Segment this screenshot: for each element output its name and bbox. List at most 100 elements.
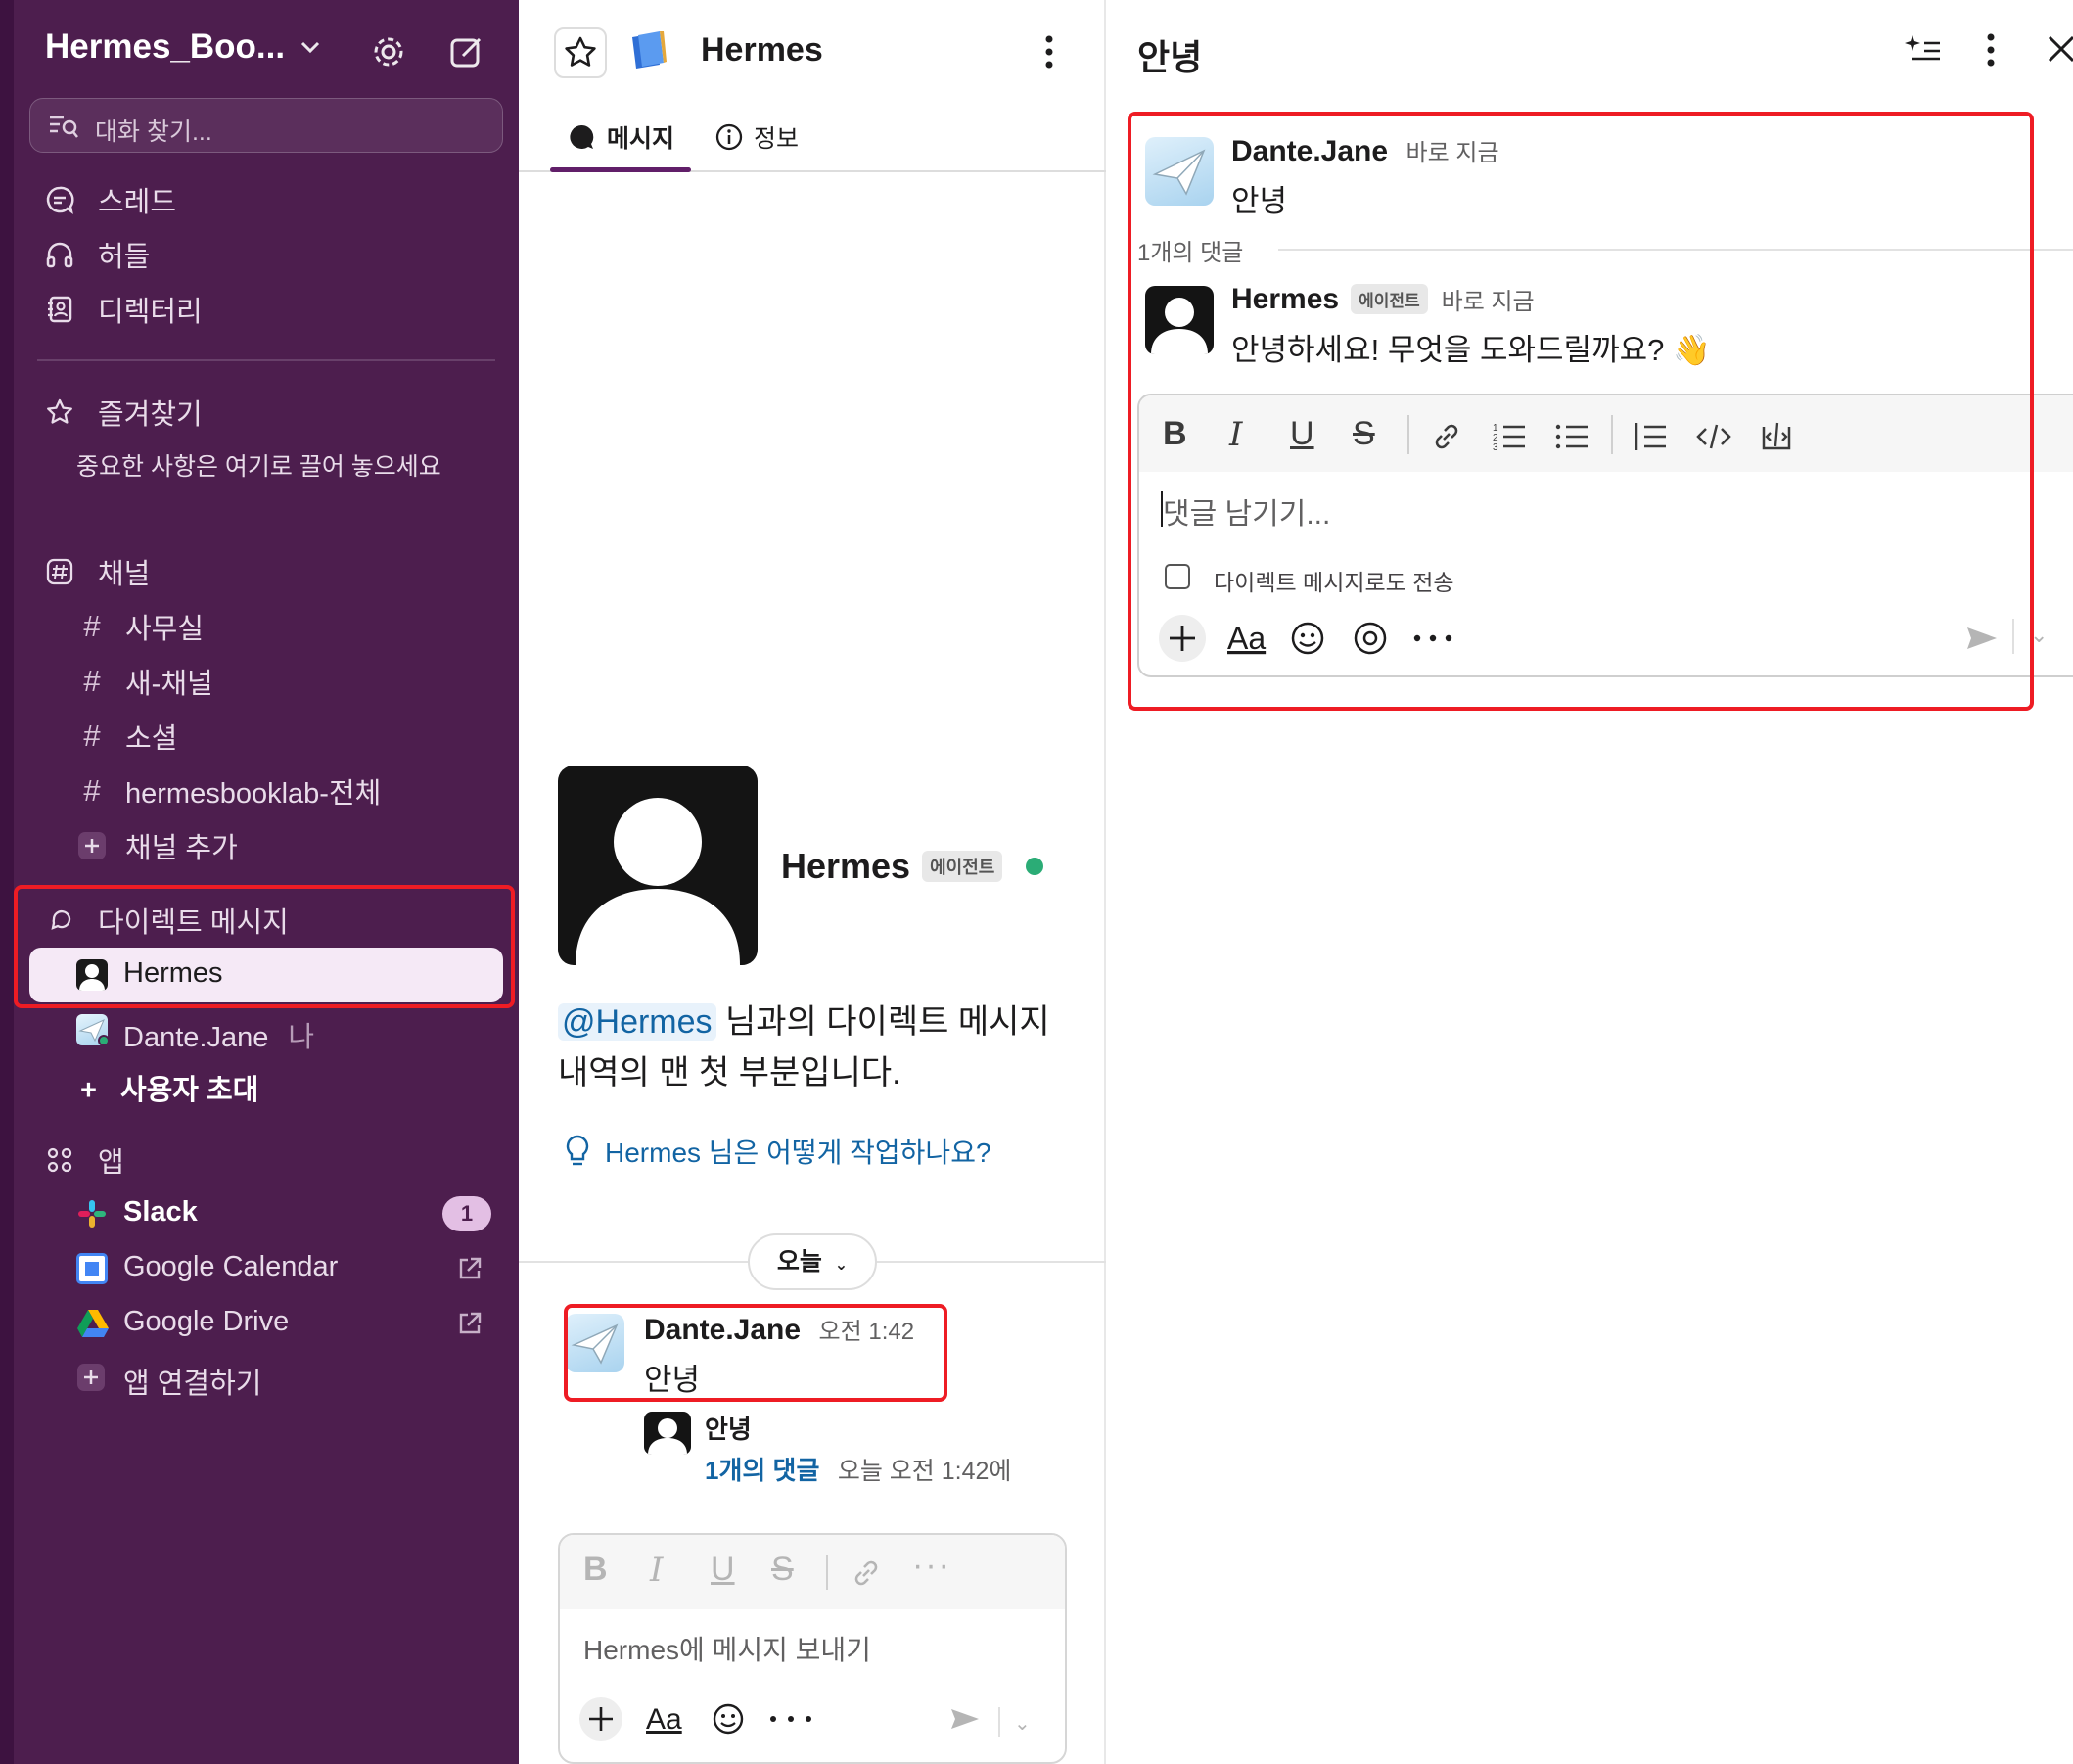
threads-icon [43, 183, 76, 216]
avatar [644, 1412, 691, 1455]
tab-label: 정보 [754, 125, 800, 153]
reply-preview-meta: 1개의 댓글 오늘 오전 1:42에 [705, 1451, 1011, 1487]
star-button[interactable] [554, 27, 607, 78]
plus-icon [72, 831, 112, 860]
favorites-section[interactable]: 즐겨찾기 [43, 385, 203, 440]
plus-icon [76, 1363, 106, 1392]
conversation-search-input[interactable]: 대화 찾기... [29, 98, 503, 153]
intro-line-1: 님과의 다이렉트 메시지 [715, 1003, 1050, 1041]
plus-icon: + [80, 1075, 97, 1106]
send-divider [998, 1707, 1000, 1737]
thread-filter-icon[interactable] [1903, 31, 1942, 67]
external-link-icon[interactable] [456, 1310, 484, 1337]
notebook-icon [626, 29, 671, 72]
app-item-google-calendar[interactable]: Google Calendar [123, 1251, 338, 1283]
profile-avatar[interactable] [558, 766, 758, 965]
underline-icon[interactable]: U [711, 1551, 735, 1589]
star-icon [43, 395, 76, 429]
channels-header[interactable]: 채널 [43, 544, 150, 599]
nav-directory[interactable]: 디렉터리 [43, 282, 203, 337]
profile-header: Hermes 에이전트 [781, 846, 1044, 887]
day-jump-button[interactable]: 오늘 ⌄ [748, 1233, 877, 1290]
search-icon [48, 113, 79, 140]
channel-item-new[interactable]: # 새-채널 [72, 654, 381, 709]
search-placeholder: 대화 찾기... [95, 118, 212, 146]
apps-icon [43, 1143, 76, 1177]
reply-count-link[interactable]: 1개의 댓글 [705, 1456, 819, 1485]
message-bubble-icon [570, 124, 594, 149]
hash-icon: # [83, 719, 101, 753]
channel-item-office[interactable]: # 사무실 [72, 599, 381, 654]
channels-label: 채널 [98, 559, 151, 590]
hash-icon: # [83, 773, 101, 808]
profile-name[interactable]: Hermes [781, 846, 910, 887]
nav-label: 허들 [98, 242, 151, 273]
connect-app-label: 앱 연결하기 [123, 1369, 262, 1400]
day-label: 오늘 [776, 1248, 822, 1276]
invite-users-button[interactable]: + 사용자 초대 [80, 1067, 258, 1108]
external-link-icon[interactable] [456, 1255, 484, 1282]
favorites-label: 즐겨찾기 [98, 399, 203, 431]
avatar [76, 1014, 108, 1045]
composer-actions: Aa [577, 1695, 989, 1742]
app-name: Slack [123, 1196, 198, 1228]
channel-item-social[interactable]: # 소셜 [72, 709, 381, 764]
workspace-name[interactable]: Hermes_Boo... [45, 27, 285, 67]
thread-more-options-icon[interactable] [1983, 31, 1999, 69]
thread-title: 안녕 [1137, 37, 1203, 77]
dm-item-dante[interactable]: Dante.Jane 나 [123, 1014, 314, 1055]
info-icon [715, 123, 743, 151]
app-name: Google Drive [123, 1306, 290, 1337]
chevron-down-icon[interactable] [299, 39, 321, 55]
highlight-dm-section [14, 885, 515, 1008]
composer-placeholder[interactable]: Hermes에 메시지 보내기 [583, 1629, 871, 1668]
compose-icon[interactable] [448, 33, 485, 70]
slack-logo-icon [76, 1198, 108, 1230]
channel-item-all[interactable]: # hermesbooklab-전체 [72, 764, 381, 818]
self-tag: 나 [288, 1022, 315, 1053]
channel-list: # 사무실 # 새-채널 # 소셜 # hermesbooklab-전체 채널 추가 [72, 599, 381, 873]
more-options-icon[interactable] [1041, 33, 1057, 70]
hash-icon: # [83, 609, 101, 643]
help-link-label: Hermes 님은 어떻게 작업하나요? [605, 1137, 991, 1168]
svg-text:Aa: Aa [646, 1703, 682, 1736]
add-channel-button[interactable]: 채널 추가 [72, 818, 381, 873]
composer-toolbar [560, 1535, 1065, 1609]
highlight-message [564, 1304, 947, 1402]
tab-active-indicator [550, 167, 691, 172]
lightbulb-icon [566, 1135, 589, 1166]
nav-threads[interactable]: 스레드 [43, 172, 203, 227]
link-icon[interactable] [850, 1556, 883, 1590]
highlight-thread [1128, 112, 2034, 711]
tab-messages[interactable]: 메시지 [566, 119, 674, 155]
connect-app-button[interactable]: 앱 연결하기 [123, 1361, 261, 1402]
tab-info[interactable]: 정보 [714, 119, 799, 155]
reply-preview-text: 안녕 [705, 1415, 752, 1444]
conversation-title[interactable]: Hermes [701, 31, 823, 70]
channel-name: 새-채널 [125, 669, 213, 700]
chevron-down-icon: ⌄ [834, 1257, 849, 1274]
headphones-icon [43, 238, 76, 271]
send-options-chevron-icon[interactable]: ⌄ [1014, 1711, 1031, 1736]
dm-intro-text: @Hermes 님과의 다이렉트 메시지 내역의 맨 첫 부분입니다. [558, 997, 1077, 1098]
invite-label: 사용자 초대 [119, 1075, 259, 1106]
nav-huddles[interactable]: 허들 [43, 227, 203, 282]
help-link[interactable]: Hermes 님은 어떻게 작업하나요? [564, 1132, 991, 1171]
apps-header[interactable]: 앱 [43, 1133, 124, 1187]
app-item-slack[interactable]: Slack [123, 1196, 198, 1229]
close-icon[interactable] [2046, 33, 2073, 65]
bold-icon[interactable]: B [583, 1551, 608, 1589]
more-formatting-icon[interactable]: ··· [912, 1547, 951, 1585]
mention-link[interactable]: @Hermes [558, 1003, 716, 1041]
sidebar-divider [37, 359, 495, 361]
italic-icon[interactable]: I [650, 1551, 663, 1590]
unread-badge: 1 [442, 1196, 491, 1231]
strikethrough-icon[interactable]: S [771, 1551, 794, 1589]
nav-list: 스레드 허들 디렉터리 [43, 172, 203, 337]
toolbar-divider [826, 1555, 828, 1590]
google-drive-icon [76, 1308, 110, 1339]
app-item-google-drive[interactable]: Google Drive [123, 1306, 289, 1338]
app-name: Google Calendar [123, 1251, 339, 1282]
favorites-hint: 중요한 사항은 여기로 끌어 놓으세요 [76, 453, 441, 481]
settings-gear-icon[interactable] [370, 33, 407, 70]
